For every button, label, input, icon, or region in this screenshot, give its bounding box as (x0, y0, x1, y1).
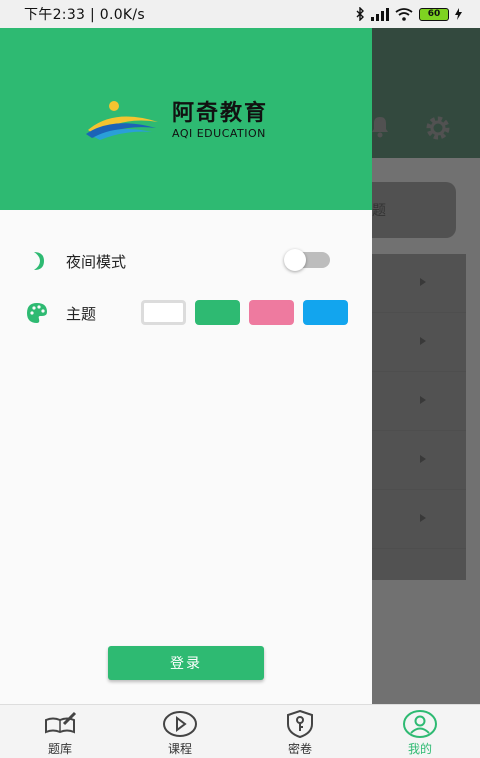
theme-swatch-white[interactable] (141, 300, 186, 325)
status-icons: 60 (355, 7, 462, 21)
drawer-header: 阿奇教育 AQI EDUCATION (0, 28, 372, 210)
theme-swatch-green[interactable] (195, 300, 240, 325)
charging-icon (455, 8, 462, 20)
battery-icon: 60 (419, 7, 449, 21)
night-mode-toggle[interactable] (284, 249, 330, 271)
nav-label: 题库 (47, 742, 72, 756)
shield-key-icon (287, 710, 313, 738)
theme-swatch-pink[interactable] (249, 300, 294, 325)
play-icon (163, 711, 197, 737)
signal-icon (371, 7, 389, 21)
night-mode-label: 夜间模式 (66, 253, 127, 271)
theme-swatch-blue[interactable] (303, 300, 348, 325)
nav-item-papers[interactable]: 密卷 (240, 705, 360, 758)
theme-label: 主题 (66, 305, 97, 323)
status-time-speed: 下午2:33 | 0.0K/s (24, 7, 146, 23)
nav-item-question-bank[interactable]: 题库 (0, 705, 120, 758)
logo-text-cn: 阿奇教育 (172, 100, 269, 126)
bluetooth-icon (356, 7, 364, 21)
login-button[interactable]: 登录 (108, 646, 264, 680)
moon-icon (34, 252, 44, 270)
nav-item-courses[interactable]: 课程 (120, 705, 240, 758)
book-pen-icon (45, 711, 77, 734)
nav-item-mine[interactable]: 我的 (360, 705, 480, 758)
status-bar: 下午2:33 | 0.0K/s 60 (0, 0, 480, 28)
logo-text-en: AQI EDUCATION (172, 126, 266, 140)
theme-row: 主题 (0, 292, 372, 332)
bottom-nav: 题库 课程 密卷 我的 (0, 704, 480, 758)
navigation-drawer: 阿奇教育 AQI EDUCATION 夜间模式 主题 登录 (0, 28, 372, 704)
toggle-knob (284, 249, 306, 271)
wifi-icon (395, 7, 413, 21)
logo-mark-icon (86, 101, 158, 140)
night-mode-row: 夜间模式 (0, 240, 372, 280)
nav-label: 我的 (407, 742, 432, 756)
user-icon (403, 710, 437, 738)
palette-icon (27, 303, 47, 323)
nav-label: 课程 (167, 742, 192, 756)
logo: 阿奇教育 AQI EDUCATION (84, 100, 268, 140)
nav-label: 密卷 (287, 742, 312, 756)
